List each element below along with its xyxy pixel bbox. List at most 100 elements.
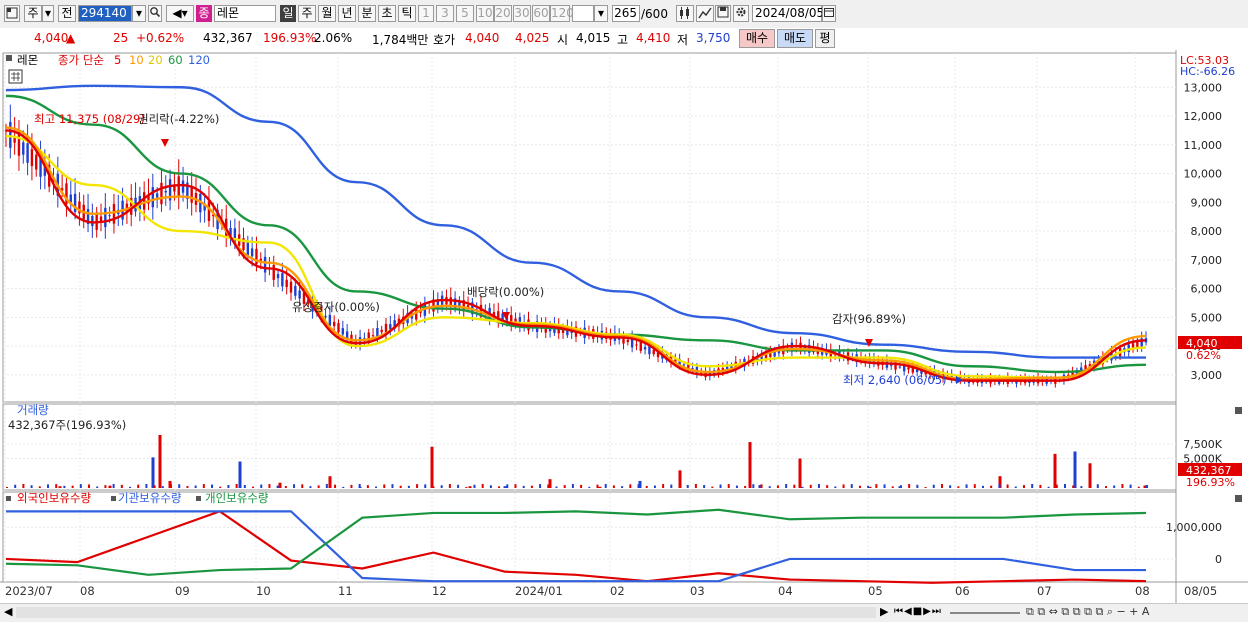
volume-bar xyxy=(1063,484,1066,488)
volume-bar xyxy=(768,486,771,488)
volume-bar xyxy=(489,485,492,488)
interval-dropdown-icon[interactable]: ▾ xyxy=(594,5,608,22)
scroll-right-icon[interactable]: ▶ xyxy=(880,605,888,618)
panel-close-icon[interactable] xyxy=(1235,495,1242,502)
volume-bar xyxy=(875,484,878,488)
volume-bar xyxy=(826,485,829,488)
y-tick-label: 1,000,000 xyxy=(1166,521,1222,534)
candle-body xyxy=(30,149,34,167)
period-day-button[interactable]: 일 xyxy=(280,5,296,22)
volume-bar xyxy=(621,486,624,488)
y-tick-label: 9,000 xyxy=(1191,196,1223,209)
candle-body xyxy=(337,323,340,333)
gear-icon[interactable] xyxy=(733,5,749,22)
candle-type-icon[interactable] xyxy=(676,5,694,22)
chevron-down-icon[interactable]: ▾ xyxy=(42,5,54,22)
volume-bar xyxy=(137,484,140,488)
volume-bar xyxy=(645,486,648,488)
volume-bar xyxy=(662,484,665,488)
buy-button[interactable]: 매수 xyxy=(739,29,775,48)
volume-bar xyxy=(317,485,320,488)
candle-body xyxy=(155,193,159,198)
ask-label: 호가 xyxy=(433,33,456,47)
date-input[interactable]: 2024/08/05 xyxy=(752,5,824,22)
volume-bar xyxy=(1121,484,1124,488)
period-minute-button[interactable]: 분 xyxy=(358,5,376,22)
volume-bar xyxy=(1113,485,1116,488)
panel-handle-icon[interactable] xyxy=(111,496,116,501)
volume-bar xyxy=(1104,486,1107,488)
candle-body xyxy=(635,344,638,346)
volume-bar xyxy=(301,484,304,488)
stock-category-badge: 종 xyxy=(196,5,212,22)
calendar-icon[interactable] xyxy=(822,5,836,22)
zoom-slider[interactable] xyxy=(950,612,1020,614)
candle-body xyxy=(108,215,111,217)
volume-bar xyxy=(342,486,345,488)
volume-bar xyxy=(711,486,714,488)
speaker-icon[interactable]: ◀▾ xyxy=(166,5,194,22)
volume-bar xyxy=(366,485,369,488)
grid-toggle-icon[interactable] xyxy=(8,69,23,84)
interval-1-button[interactable]: 1 xyxy=(418,5,434,22)
search-icon[interactable] xyxy=(148,5,162,22)
volume-bar xyxy=(58,486,62,488)
period-week-button[interactable]: 주 xyxy=(298,5,316,22)
volume-bar xyxy=(924,486,927,488)
candle-body xyxy=(341,328,345,335)
panel-handle-icon[interactable] xyxy=(6,496,11,501)
volume-bar xyxy=(358,484,361,488)
volume-bar xyxy=(219,486,222,488)
volume-bar xyxy=(161,486,164,488)
candle-body xyxy=(298,290,301,299)
y-tick-label: 8,000 xyxy=(1191,225,1223,238)
annotation-dividend: 배당락(0.00%) xyxy=(467,285,544,299)
annotation-low: 최저 2,640 (06/05) xyxy=(843,373,947,387)
evaluate-button[interactable]: 평 xyxy=(815,29,835,48)
last-volume-pct: 196.93% xyxy=(1186,476,1235,489)
interval-20-button[interactable]: 20 xyxy=(494,5,512,22)
interval-10-button[interactable]: 10 xyxy=(476,5,494,22)
data-count-input[interactable]: 265 xyxy=(612,5,640,22)
scroll-track[interactable] xyxy=(16,607,876,618)
candle-body xyxy=(151,187,155,208)
interval-5-button[interactable]: 5 xyxy=(456,5,474,22)
interval-3-button[interactable]: 3 xyxy=(436,5,454,22)
period-second-button[interactable]: 초 xyxy=(378,5,396,22)
interval-custom-input[interactable] xyxy=(572,5,594,22)
interval-60-button[interactable]: 60 xyxy=(532,5,550,22)
interval-30-button[interactable]: 30 xyxy=(513,5,531,22)
view-tools-icon[interactable]: ⧉ ⧉ ⇔ ⧉ ⧉ ⧉ ⧉ ⌕ − + A xyxy=(1026,605,1149,619)
volume-bar xyxy=(284,486,287,488)
legend-ma-120: 120 xyxy=(188,53,210,67)
volume-bar xyxy=(514,484,517,488)
stock-chart[interactable]: 3,0004,0005,0006,0007,0008,0009,00010,00… xyxy=(0,50,1248,603)
panel-close-icon[interactable] xyxy=(1235,407,1242,414)
window-menu-icon[interactable] xyxy=(4,5,20,22)
period-month-button[interactable]: 월 xyxy=(318,5,336,22)
code-dropdown-icon[interactable]: ▾ xyxy=(132,5,146,22)
interval-120-button[interactable]: 120 xyxy=(550,5,574,22)
volume-bar xyxy=(539,484,542,488)
market-select[interactable]: 주 xyxy=(24,5,42,22)
scroll-left-icon[interactable]: ◀ xyxy=(4,605,12,618)
stock-name-field[interactable]: 레몬 xyxy=(214,5,276,22)
candle-body xyxy=(207,201,211,222)
drawing-tool-icon[interactable] xyxy=(696,5,714,22)
candle-body xyxy=(639,341,642,351)
up-arrow-icon: ▲ xyxy=(66,31,76,45)
volume-bar xyxy=(678,470,682,488)
panel-handle-icon[interactable] xyxy=(196,496,201,501)
volume-bar xyxy=(350,484,353,488)
scope-select[interactable]: 전 xyxy=(58,5,76,22)
panel-handle-icon[interactable] xyxy=(6,55,12,61)
stock-code-input[interactable]: 294140 xyxy=(78,5,132,22)
sell-button[interactable]: 매도 xyxy=(777,29,813,48)
playback-controls-icon[interactable]: ⏮◀■▶⏭ xyxy=(894,606,942,617)
period-year-button[interactable]: 년 xyxy=(338,5,356,22)
period-tick-button[interactable]: 틱 xyxy=(398,5,416,22)
volume-bar xyxy=(998,484,1001,488)
ask-price-1: 4,040 xyxy=(465,31,500,45)
volume-bar xyxy=(686,484,689,488)
save-icon[interactable] xyxy=(715,5,731,22)
